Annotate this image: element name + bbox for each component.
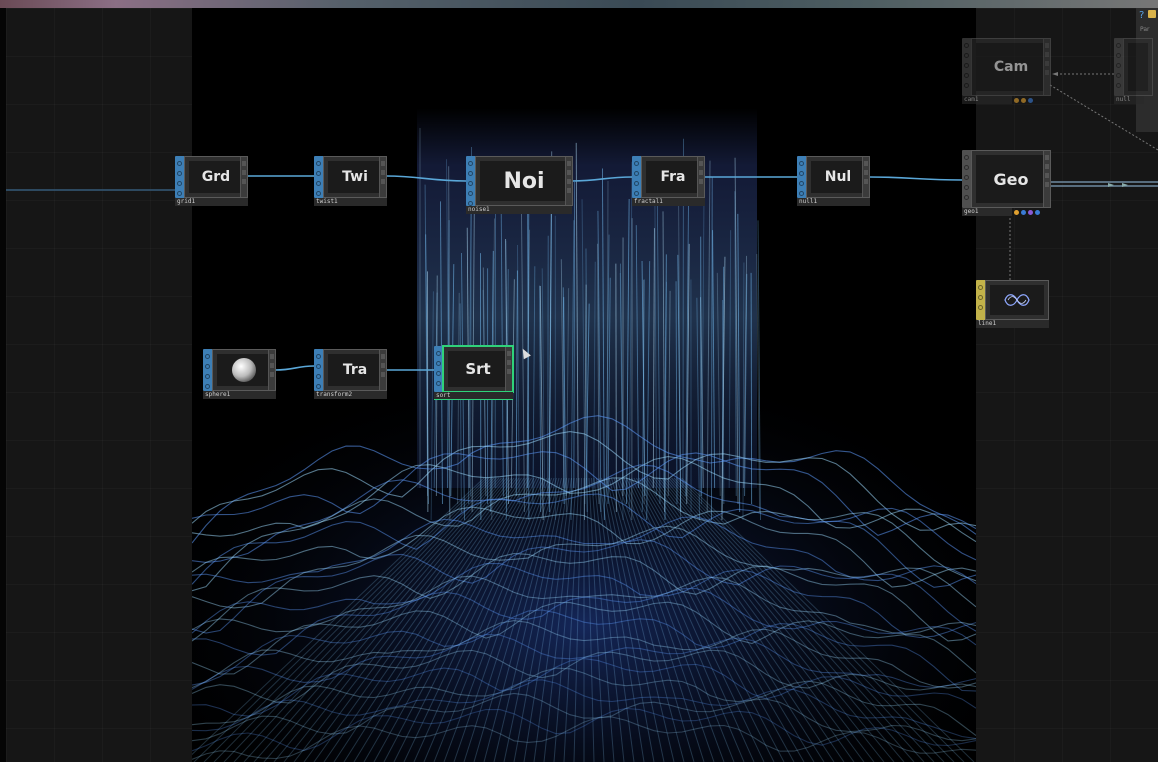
operator-name[interactable]: noise1 [466, 206, 572, 214]
operator-name[interactable]: transform2 [314, 391, 387, 399]
operator-name[interactable]: null1 [797, 198, 870, 206]
waterfall-render [192, 8, 976, 762]
operator-title: Grd [189, 161, 243, 193]
lock-icon[interactable] [1148, 10, 1156, 18]
operator-name[interactable]: line1 [976, 320, 1049, 328]
render-flags[interactable] [1014, 208, 1040, 216]
render-background-viewer [192, 8, 976, 762]
operator-name[interactable]: grid1 [175, 198, 248, 206]
help-icon[interactable]: ? [1139, 10, 1144, 21]
operator-title: Noi [480, 161, 568, 201]
line-preview-icon [990, 285, 1044, 315]
operator-title: Fra [646, 161, 700, 193]
operator-name[interactable]: twist1 [314, 198, 387, 206]
operator-name[interactable]: sphere1 [203, 391, 276, 399]
render-flags[interactable] [1014, 96, 1033, 104]
operator-title: Srt [448, 351, 508, 387]
operator-name[interactable]: fractal1 [632, 198, 705, 206]
top-background-strip [0, 0, 1158, 8]
operator-name[interactable]: geo1 [962, 208, 1012, 216]
operator-title [1128, 43, 1148, 91]
sphere-preview-icon [217, 354, 271, 386]
operator-name[interactable]: null [1114, 96, 1144, 104]
operator-name[interactable]: sort [434, 392, 513, 400]
operator-title: Geo [976, 155, 1046, 203]
operator-title: Tra [328, 354, 382, 386]
operator-name[interactable]: cam1 [962, 96, 1012, 104]
operator-title: Cam [976, 43, 1046, 91]
parameter-panel-label: Par [1140, 26, 1150, 33]
operator-title: Nul [811, 161, 865, 193]
operator-title: Twi [328, 161, 382, 193]
